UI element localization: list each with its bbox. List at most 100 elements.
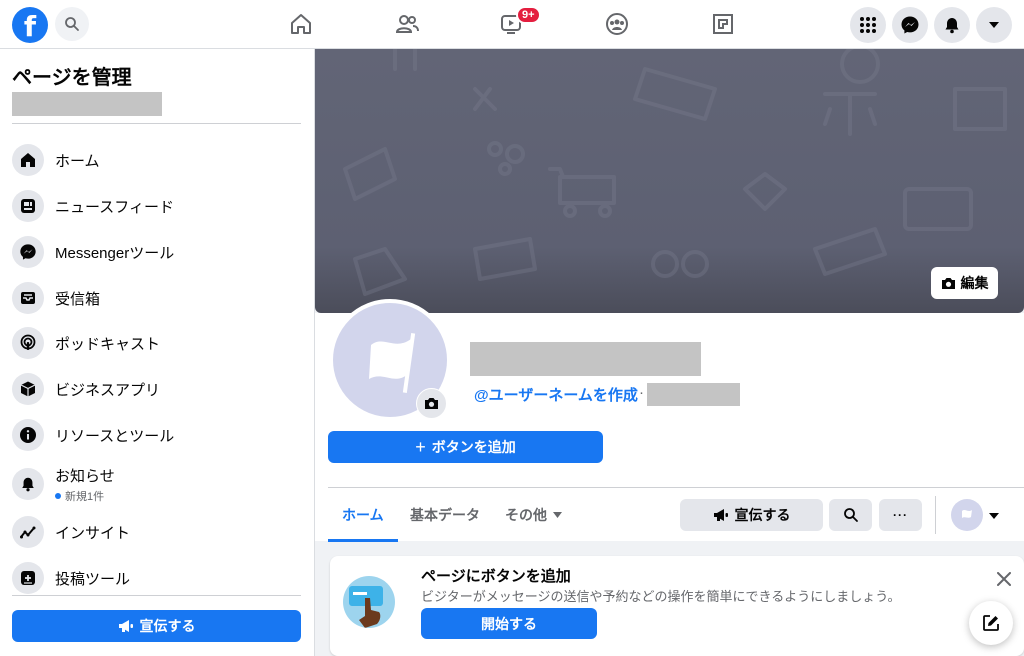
bell-icon bbox=[945, 18, 959, 34]
sidebar-item-notifications[interactable]: お知らせ 新規1件 bbox=[12, 461, 302, 507]
search-icon bbox=[843, 508, 858, 522]
close-card-button[interactable] bbox=[992, 567, 1016, 591]
publishing-tools-icon-wrap bbox=[12, 562, 44, 594]
cover-photo: 編集 bbox=[315, 49, 1024, 313]
nav-gaming[interactable] bbox=[707, 8, 739, 40]
more-options-button[interactable]: ··· bbox=[879, 499, 922, 531]
hand-tap-illustration bbox=[343, 576, 395, 628]
sidebar-item-label: お知らせ bbox=[55, 467, 115, 485]
caret-down-icon bbox=[989, 22, 999, 28]
home-icon-wrap bbox=[12, 144, 44, 176]
gaming-icon bbox=[713, 14, 733, 34]
groups-icon bbox=[606, 13, 628, 35]
category-redacted bbox=[647, 383, 740, 406]
plus-icon: + bbox=[415, 436, 426, 457]
create-username-link[interactable]: @ユーザーネームを作成 bbox=[474, 384, 638, 405]
podcast-icon bbox=[20, 334, 36, 350]
add-button-suggestion-card: ページにボタンを追加 ビジターがメッセージの送信や予約などの操作を簡単にできるよ… bbox=[330, 556, 1024, 656]
divider bbox=[12, 595, 301, 596]
sidebar-item-messenger-tools[interactable]: Messengerツール bbox=[12, 232, 302, 272]
sidebar-item-business-apps[interactable]: ビジネスアプリ bbox=[12, 369, 302, 409]
page-voice-avatar[interactable] bbox=[951, 499, 983, 531]
update-profile-picture-button[interactable] bbox=[416, 388, 447, 419]
notifications-button[interactable] bbox=[934, 7, 970, 43]
more-options-icon: ··· bbox=[893, 508, 908, 522]
promote-label: 宣伝する bbox=[139, 618, 196, 634]
watch-notification-badge: 9+ bbox=[516, 6, 541, 24]
add-button-button[interactable]: + ボタンを追加 bbox=[328, 431, 603, 463]
new-message-button[interactable] bbox=[969, 601, 1013, 645]
sidebar-item-insights[interactable]: インサイト bbox=[12, 512, 302, 552]
inbox-icon bbox=[21, 292, 35, 304]
page-name-redacted bbox=[12, 92, 162, 116]
nav-home[interactable] bbox=[285, 8, 317, 40]
search-button[interactable] bbox=[55, 7, 89, 41]
messenger-icon-wrap bbox=[12, 236, 44, 268]
inbox-icon-wrap bbox=[12, 282, 44, 314]
camera-icon bbox=[425, 398, 438, 409]
close-icon bbox=[997, 572, 1011, 586]
notifications-text: お知らせ 新規1件 bbox=[55, 465, 115, 504]
manage-page-sidebar: ページを管理 ホーム ニュースフィード Messengerツール 受信箱 ポッド… bbox=[0, 49, 315, 656]
profile-header: @ユーザーネームを作成 · + ボタンを追加 ホーム 基本データ その他 宣伝す… bbox=[315, 299, 1024, 542]
edit-label: 編集 bbox=[960, 275, 989, 291]
bell-icon-wrap bbox=[12, 468, 44, 500]
podcast-icon-wrap bbox=[12, 327, 44, 359]
nav-groups[interactable] bbox=[601, 8, 633, 40]
sidebar-item-resources[interactable]: リソースとツール bbox=[12, 415, 302, 455]
insights-icon-wrap bbox=[12, 516, 44, 548]
tab-more[interactable]: その他 bbox=[505, 490, 562, 539]
sidebar-item-home[interactable]: ホーム bbox=[12, 140, 302, 180]
megaphone-icon bbox=[118, 620, 133, 632]
sidebar-item-label: リソースとツール bbox=[55, 427, 175, 445]
sidebar-item-publishing-tools[interactable]: 投稿ツール bbox=[12, 558, 302, 598]
compose-icon bbox=[983, 615, 999, 631]
tab-label: その他 bbox=[505, 506, 547, 523]
sidebar-item-label: ポッドキャスト bbox=[55, 335, 161, 353]
page-search-button[interactable] bbox=[829, 499, 872, 531]
flag-icon bbox=[962, 510, 972, 518]
sidebar-item-label: インサイト bbox=[55, 524, 131, 542]
promote-button[interactable]: 宣伝する bbox=[680, 499, 823, 531]
account-menu-button[interactable] bbox=[976, 7, 1012, 43]
sidebar-item-label: ホーム bbox=[55, 152, 100, 170]
menu-button[interactable] bbox=[850, 7, 886, 43]
tab-about[interactable]: 基本データ bbox=[410, 490, 480, 539]
card-description: ビジターがメッセージの送信や予約などの操作を簡単にできるようにしましょう。 bbox=[421, 589, 901, 604]
messenger-button[interactable] bbox=[892, 7, 928, 43]
edit-cover-button[interactable]: 編集 bbox=[931, 267, 998, 299]
menu-grid-icon bbox=[860, 17, 876, 33]
messenger-icon bbox=[901, 16, 919, 34]
promote-label: 宣伝する bbox=[734, 507, 791, 523]
facebook-logo[interactable]: f bbox=[12, 7, 48, 43]
sidebar-item-podcast[interactable]: ポッドキャスト bbox=[12, 323, 302, 363]
friends-icon bbox=[395, 15, 419, 33]
publishing-tools-icon bbox=[21, 571, 35, 585]
new-dot bbox=[55, 492, 61, 499]
sidebar-item-label: ビジネスアプリ bbox=[55, 381, 161, 399]
top-navigation-bar: f 9+ bbox=[0, 0, 1024, 49]
camera-icon bbox=[941, 277, 955, 289]
sidebar-item-label: 受信箱 bbox=[55, 290, 101, 308]
divider bbox=[12, 123, 301, 124]
caret-down-icon[interactable] bbox=[989, 513, 999, 519]
nav-friends[interactable] bbox=[391, 8, 423, 40]
notifications-new-count: 新規1件 bbox=[55, 488, 115, 504]
sidebar-promote-button[interactable]: 宣伝する bbox=[12, 610, 301, 642]
sidebar-item-label: Messengerツール bbox=[55, 244, 175, 262]
bell-icon bbox=[22, 477, 34, 492]
sidebar-item-news-feed[interactable]: ニュースフィード bbox=[12, 186, 302, 226]
home-icon bbox=[291, 14, 311, 34]
info-icon bbox=[20, 427, 36, 443]
messenger-icon bbox=[20, 244, 36, 260]
sidebar-item-label: 投稿ツール bbox=[55, 570, 131, 588]
sidebar-item-inbox[interactable]: 受信箱 bbox=[12, 278, 302, 318]
divider bbox=[935, 496, 936, 534]
cover-pattern-icons bbox=[343, 49, 1007, 296]
hand-tap-icon bbox=[349, 586, 383, 628]
cube-icon bbox=[20, 381, 36, 397]
news-feed-icon-wrap bbox=[12, 190, 44, 222]
start-button[interactable]: 開始する bbox=[421, 608, 597, 639]
tab-home[interactable]: ホーム bbox=[328, 490, 398, 542]
new-count-label: 新規1件 bbox=[65, 490, 105, 503]
